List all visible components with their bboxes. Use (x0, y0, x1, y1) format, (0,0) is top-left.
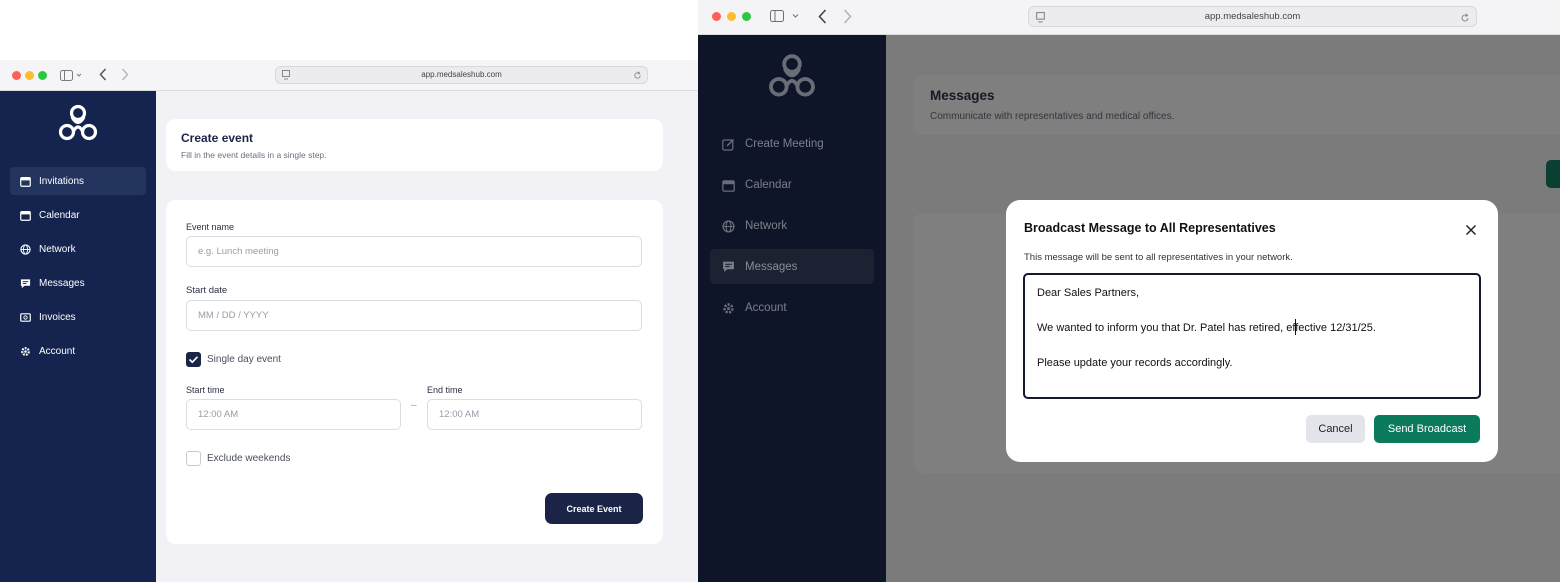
start-time-label: Start time (186, 385, 225, 395)
sidebar-item-label: Calendar (39, 209, 80, 221)
sidebar-item-label: Invoices (39, 311, 76, 323)
brand-logo-icon (768, 53, 816, 104)
sidebar-item-label: Network (39, 243, 76, 255)
gear-icon (722, 302, 735, 315)
modal-title: Broadcast Message to All Representatives (1024, 221, 1276, 235)
send-broadcast-button[interactable]: Send Broadcast (1374, 415, 1480, 443)
start-time-value: 12:00 AM (198, 409, 239, 420)
close-window-dot[interactable] (712, 12, 721, 21)
sidebar-item-label: Invitations (39, 175, 85, 187)
message-line: Dear Sales Partners, (1037, 287, 1140, 299)
event-form-card: Event name e.g. Lunch meeting Start date… (166, 200, 663, 544)
sidebar-item-create-meeting[interactable]: Create Meeting (710, 127, 874, 161)
message-line: Please update your records accordingly. (1037, 357, 1233, 369)
sidebar-item-label: Account (745, 302, 787, 314)
sidebar-item-label: Messages (39, 277, 85, 289)
start-date-label: Start date (186, 285, 228, 296)
end-time-input[interactable]: 12:00 AM (427, 399, 642, 430)
event-name-placeholder: e.g. Lunch meeting (198, 246, 279, 257)
sidebar-item-invitations[interactable]: Invitations (10, 167, 146, 195)
back-arrow-icon[interactable] (99, 68, 107, 86)
sidebar-item-label: Messages (745, 260, 798, 273)
sidebar-item-network[interactable]: Network (710, 209, 874, 243)
address-bar-url: app.medsaleshub.com (421, 70, 502, 79)
address-bar[interactable]: app.medsaleshub.com (275, 66, 648, 84)
minimize-window-dot[interactable] (727, 12, 736, 21)
start-time-input[interactable]: 12:00 AM (186, 399, 401, 430)
exclude-weekends-checkbox[interactable] (186, 451, 201, 466)
time-range-separator: – (411, 400, 417, 411)
sidebar-item-account[interactable]: Account (710, 291, 874, 325)
minimize-window-dot[interactable] (25, 71, 34, 80)
sidebar-item-label: Create Meeting (745, 138, 824, 150)
sidebar-item-messages[interactable]: Messages (10, 269, 146, 297)
maximize-window-dot[interactable] (742, 12, 751, 21)
site-icon (1036, 11, 1045, 30)
right-sidebar: Create Meeting Calendar Network Messages… (698, 35, 886, 582)
left-browser-window: app.medsaleshub.com Invitations Calendar… (0, 60, 698, 582)
start-date-input[interactable]: MM / DD / YYYY (186, 300, 642, 331)
calendar-icon (20, 176, 31, 187)
close-icon[interactable] (1465, 223, 1477, 241)
messages-header-card: Messages Communicate with representative… (913, 75, 1560, 135)
text-cursor (1295, 319, 1296, 335)
cancel-button[interactable]: Cancel (1306, 415, 1365, 443)
start-date-placeholder: MM / DD / YYYY (198, 310, 269, 321)
sidebar-item-label: Calendar (745, 179, 792, 191)
globe-icon (722, 219, 735, 233)
page-subtitle: Communicate with representatives and med… (930, 111, 1175, 122)
reload-icon[interactable] (1460, 11, 1470, 30)
page-subtitle: Fill in the event details in a single st… (181, 150, 327, 160)
sidebar-toggle-icon[interactable] (770, 10, 800, 28)
sidebar-item-invoices[interactable]: Invoices (10, 303, 146, 331)
calendar-icon (20, 210, 31, 221)
sidebar-toggle-icon[interactable] (60, 69, 82, 87)
back-arrow-icon[interactable] (818, 9, 827, 29)
sidebar-item-calendar[interactable]: Calendar (10, 201, 146, 229)
forward-arrow-icon[interactable] (121, 68, 129, 86)
sidebar-item-calendar[interactable]: Calendar (710, 168, 874, 202)
single-day-label: Single day event (207, 354, 281, 365)
reload-icon[interactable] (633, 70, 642, 86)
end-time-value: 12:00 AM (439, 409, 480, 420)
end-time-label: End time (427, 385, 463, 395)
right-browser-window: app.medsaleshub.com Create Meeting Calen… (698, 0, 1560, 582)
calendar-icon (722, 179, 735, 192)
edit-icon (722, 138, 735, 151)
exclude-weekends-label: Exclude weekends (207, 453, 291, 464)
right-browser-toolbar: app.medsaleshub.com (698, 0, 1560, 35)
address-bar-url: app.medsaleshub.com (1204, 11, 1301, 22)
left-sidebar: Invitations Calendar Network Messages In… (0, 91, 156, 582)
event-name-input[interactable]: e.g. Lunch meeting (186, 236, 642, 267)
chat-icon (20, 278, 31, 289)
address-bar[interactable]: app.medsaleshub.com (1028, 6, 1477, 27)
site-icon (282, 70, 290, 86)
maximize-window-dot[interactable] (38, 71, 47, 80)
forward-arrow-icon[interactable] (843, 9, 852, 29)
page-title: Messages (930, 88, 995, 103)
sidebar-item-label: Account (39, 345, 76, 357)
left-browser-toolbar: app.medsaleshub.com (0, 60, 698, 91)
page-header-card: Create event Fill in the event details i… (166, 119, 663, 171)
event-name-label: Event name (186, 222, 235, 232)
create-event-button[interactable]: Create Event (545, 493, 643, 524)
globe-icon (20, 243, 31, 255)
background-action-button[interactable] (1546, 160, 1560, 188)
modal-description: This message will be sent to all represe… (1024, 252, 1293, 263)
sidebar-item-network[interactable]: Network (10, 235, 146, 263)
checkmark-icon (188, 356, 199, 364)
page-title: Create event (181, 131, 254, 145)
single-day-checkbox[interactable] (186, 352, 201, 367)
close-window-dot[interactable] (12, 71, 21, 80)
sidebar-item-account[interactable]: Account (10, 337, 146, 365)
sidebar-item-label: Network (745, 220, 788, 232)
gear-icon (20, 346, 31, 357)
broadcast-message-textarea[interactable]: Dear Sales Partners, We wanted to inform… (1023, 273, 1481, 399)
chat-icon (722, 260, 735, 273)
sidebar-item-messages[interactable]: Messages (710, 249, 874, 284)
brand-logo-icon (58, 104, 98, 147)
invoice-icon (20, 312, 31, 323)
broadcast-modal: Broadcast Message to All Representatives… (1006, 200, 1498, 462)
message-line: We wanted to inform you that Dr. Patel h… (1037, 322, 1376, 334)
